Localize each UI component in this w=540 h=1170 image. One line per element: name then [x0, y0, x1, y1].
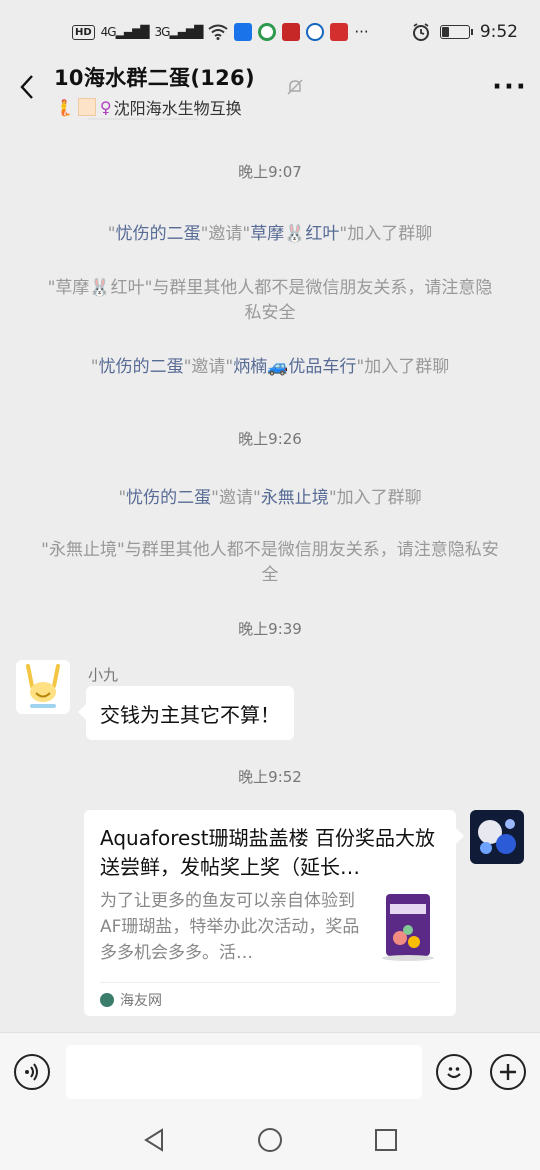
more-options-button[interactable]: ···: [480, 58, 540, 116]
status-bar: HD 4G▂▄▆█ 3G▂▄▆█ ··· 9:52: [0, 0, 540, 64]
plus-icon: [500, 1064, 516, 1080]
clock: 9:52: [479, 22, 518, 42]
nav-recents-button[interactable]: [372, 1126, 400, 1154]
more-functions-button[interactable]: [490, 1054, 526, 1090]
nav-home-button[interactable]: [256, 1126, 284, 1154]
voice-button[interactable]: [14, 1054, 50, 1090]
alarm-icon: [412, 23, 429, 41]
timestamp: 晚上9:52: [238, 768, 302, 786]
member-link[interactable]: 炳楠🚙优品车行: [233, 357, 356, 377]
link-card-title: Aquaforest珊瑚盐盖楼 百份奖品大放送尝鲜，发帖奖上奖（延长…: [100, 826, 435, 879]
square-emoji-icon: [77, 98, 96, 116]
system-message-invite: "忧伤的二蛋"邀请"草摩🐰红叶"加入了群聊: [107, 224, 433, 244]
system-message-privacy: "永無止境"与群里其他人都不是微信朋友关系，请注意隐私安全: [41, 540, 499, 585]
voice-icon: [25, 1063, 38, 1081]
my-avatar[interactable]: [470, 810, 524, 864]
system-message-invite: "忧伤的二蛋"邀请"炳楠🚙优品车行"加入了群聊: [90, 357, 450, 377]
app-notification-icon: [258, 23, 277, 41]
member-link[interactable]: 忧伤的二蛋: [99, 357, 184, 377]
mermaid-emoji-icon: 🧜: [54, 97, 74, 117]
product-bag-thumbnail: [382, 894, 434, 961]
system-message-invite: "忧伤的二蛋"邀请"永無止境"加入了群聊: [118, 488, 422, 508]
chevron-left-icon: [20, 75, 33, 99]
wifi-icon: [208, 24, 229, 40]
app-notification-icon: [306, 23, 325, 41]
female-sign-icon: ♀: [99, 97, 112, 117]
link-card-description: 为了让更多的鱼友可以亲自体验到AF珊瑚盐，特举办此次活动，奖品多多机会多多。活…: [100, 891, 360, 963]
signal-3g-icon: 3G▂▄▆█: [154, 25, 204, 39]
app-notification-icon: [234, 23, 253, 41]
header-divider: [88, 118, 198, 120]
chat-subtitle: 🧜 ♀ 沈阳海水生物互换: [54, 95, 480, 119]
avatar-photo-icon: [478, 819, 516, 854]
app-notification-icon: [282, 23, 301, 41]
link-card-footer: 海友网: [100, 982, 440, 1016]
battery-level: [441, 27, 449, 37]
system-message-privacy: "草摩🐰红叶"与群里其他人都不是微信朋友关系，请注意隐私安全: [47, 278, 493, 323]
subtitle-text: 沈阳海水生物互换: [113, 99, 242, 118]
message-bubble[interactable]: 交钱为主其它不算！: [78, 686, 294, 740]
link-card-source: 海友网: [120, 992, 162, 1009]
avatar-cartoon-icon: [26, 664, 60, 708]
timestamp: 晚上9:39: [238, 620, 302, 638]
member-link[interactable]: 草摩🐰红叶: [250, 224, 339, 244]
title-area[interactable]: 10海水群二蛋(126) 🧜 ♀ 沈阳海水生物互换: [54, 58, 480, 119]
link-card[interactable]: Aquaforest珊瑚盐盖楼 百份奖品大放送尝鲜，发帖奖上奖（延长… 为了让更…: [84, 810, 464, 1016]
member-link[interactable]: 忧伤的二蛋: [116, 224, 201, 244]
nav-back-button[interactable]: [140, 1126, 168, 1154]
timestamp: 晚上9:07: [238, 163, 302, 181]
member-link[interactable]: 忧伤的二蛋: [126, 488, 211, 508]
timestamp: 晚上9:26: [238, 430, 302, 448]
more-dots-icon: ···: [492, 72, 528, 102]
more-notifications-icon: ···: [354, 23, 369, 41]
chat-title: 10海水群二蛋(126): [54, 66, 255, 90]
emoji-icon: [447, 1067, 461, 1079]
system-navigation-bar: [0, 1112, 540, 1170]
member-link[interactable]: 永無止境: [261, 488, 329, 508]
hd-indicator: HD: [72, 24, 95, 40]
sender-name: 小九: [88, 666, 119, 684]
source-logo-icon: [100, 992, 114, 1007]
mute-bell-icon: [287, 79, 303, 95]
signal-4g-icon: 4G▂▄▆█: [100, 25, 150, 39]
message-input[interactable]: [66, 1045, 422, 1099]
app-notification-icon: [330, 23, 349, 41]
input-bar: [0, 1032, 540, 1112]
emoji-button[interactable]: [436, 1054, 472, 1090]
avatar[interactable]: [16, 660, 70, 714]
battery-icon: [439, 25, 473, 39]
chat-header: 10海水群二蛋(126) 🧜 ♀ 沈阳海水生物互换 ···: [0, 58, 540, 120]
back-button[interactable]: [0, 58, 54, 116]
